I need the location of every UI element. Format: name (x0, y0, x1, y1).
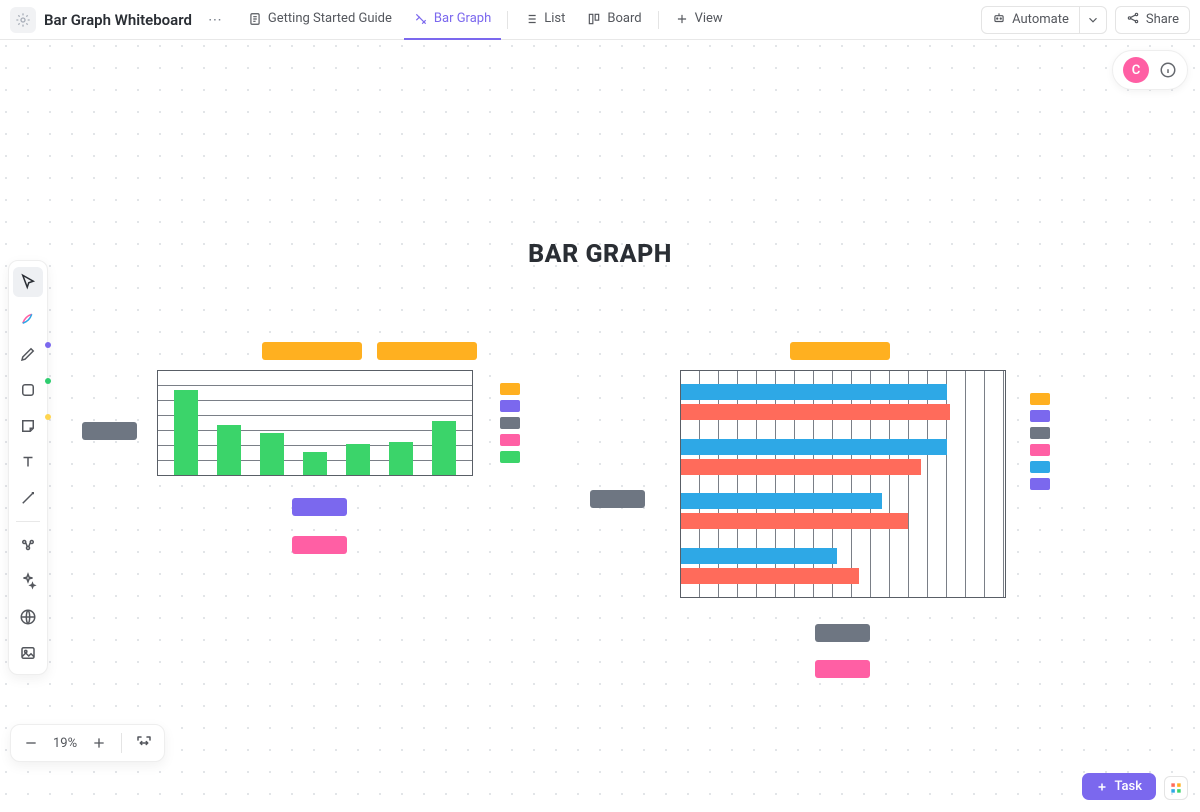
tab-bar-graph[interactable]: Bar Graph (404, 0, 501, 40)
automate-button-group: Automate (981, 6, 1107, 34)
tab-getting-started[interactable]: Getting Started Guide (238, 0, 402, 40)
task-button[interactable]: Task (1082, 773, 1156, 800)
chart-plot-area[interactable] (680, 370, 1006, 598)
share-icon (1126, 11, 1140, 29)
tab-divider (507, 11, 508, 29)
bar[interactable] (681, 404, 950, 420)
x-axis-label-placeholder[interactable] (815, 660, 870, 678)
zoom-controls: 19% (10, 724, 165, 762)
x-axis-label-placeholder[interactable] (292, 498, 347, 516)
tab-divider (658, 11, 659, 29)
chevron-down-icon (1086, 13, 1100, 27)
board-app-icon (10, 7, 36, 33)
automate-button[interactable]: Automate (981, 6, 1080, 34)
plus-icon (1096, 781, 1108, 793)
y-axis-label-placeholder[interactable] (590, 490, 645, 508)
tab-label: Getting Started Guide (268, 11, 392, 26)
divider (121, 733, 122, 753)
legend-swatch[interactable] (1030, 427, 1050, 439)
legend-swatch[interactable] (1030, 478, 1050, 490)
bar[interactable] (681, 459, 921, 475)
board-title-more-icon[interactable]: ⋯ (204, 12, 226, 28)
zoom-value[interactable]: 19% (53, 736, 77, 751)
bar[interactable] (681, 439, 947, 455)
view-menu-label: View (695, 11, 723, 26)
chart-plot-area[interactable] (157, 370, 473, 476)
tab-list[interactable]: List (514, 0, 575, 40)
y-axis-label-placeholder[interactable] (82, 422, 137, 440)
legend-swatch[interactable] (1030, 410, 1050, 422)
bar[interactable] (432, 421, 456, 475)
plus-icon (675, 12, 689, 26)
automate-dropdown[interactable] (1080, 6, 1107, 34)
x-axis-label-placeholder[interactable] (815, 624, 870, 642)
horizontal-bar-chart[interactable] (590, 342, 1110, 602)
fit-to-screen-button[interactable] (132, 731, 156, 755)
chart-legend[interactable] (492, 372, 572, 474)
list-icon (524, 12, 538, 26)
tab-label: List (544, 11, 565, 26)
vertical-bar-chart[interactable] (82, 342, 572, 512)
legend-swatch[interactable] (1030, 444, 1050, 456)
bar[interactable] (389, 442, 413, 475)
legend-swatch[interactable] (500, 400, 520, 412)
doc-icon (248, 12, 262, 26)
bar[interactable] (303, 452, 327, 475)
tab-board[interactable]: Board (577, 0, 651, 40)
tab-label: Board (607, 11, 641, 26)
share-button[interactable]: Share (1115, 6, 1190, 34)
x-axis-label-placeholder[interactable] (292, 536, 347, 554)
legend-swatch[interactable] (500, 417, 520, 429)
board-icon (587, 12, 601, 26)
bar[interactable] (346, 444, 370, 475)
title-placeholder[interactable] (262, 342, 362, 360)
legend-swatch[interactable] (500, 383, 520, 395)
tab-label: Bar Graph (434, 11, 491, 26)
zoom-out-button[interactable] (19, 731, 43, 755)
bar[interactable] (681, 513, 908, 529)
canvas-title[interactable]: BAR GRAPH (0, 240, 1200, 269)
share-label: Share (1146, 12, 1179, 27)
title-placeholder[interactable] (790, 342, 890, 360)
bar[interactable] (217, 425, 241, 475)
robot-icon (992, 11, 1006, 29)
view-menu[interactable]: View (665, 0, 733, 40)
bar[interactable] (681, 548, 837, 564)
chart-legend[interactable] (1022, 382, 1102, 501)
app-header: Bar Graph Whiteboard ⋯ Getting Started G… (0, 0, 1200, 40)
apps-button[interactable] (1164, 776, 1188, 800)
automate-label: Automate (1012, 12, 1069, 27)
whiteboard-canvas[interactable]: C BAR GRAPH (0, 40, 1200, 812)
bar[interactable] (681, 384, 947, 400)
board-title[interactable]: Bar Graph Whiteboard (44, 11, 192, 29)
bar[interactable] (174, 390, 198, 475)
whiteboard-content: BAR GRAPH (0, 40, 1200, 812)
bar[interactable] (681, 493, 882, 509)
task-button-label: Task (1114, 779, 1142, 794)
title-placeholder[interactable] (377, 342, 477, 360)
whiteboard-icon (414, 12, 428, 26)
view-tabs: Getting Started Guide Bar Graph List Boa… (238, 0, 733, 40)
legend-swatch[interactable] (500, 451, 520, 463)
legend-swatch[interactable] (1030, 461, 1050, 473)
bar[interactable] (681, 568, 859, 584)
zoom-in-button[interactable] (87, 731, 111, 755)
apps-icon (1169, 781, 1183, 795)
legend-swatch[interactable] (1030, 393, 1050, 405)
bar[interactable] (260, 433, 284, 475)
legend-swatch[interactable] (500, 434, 520, 446)
